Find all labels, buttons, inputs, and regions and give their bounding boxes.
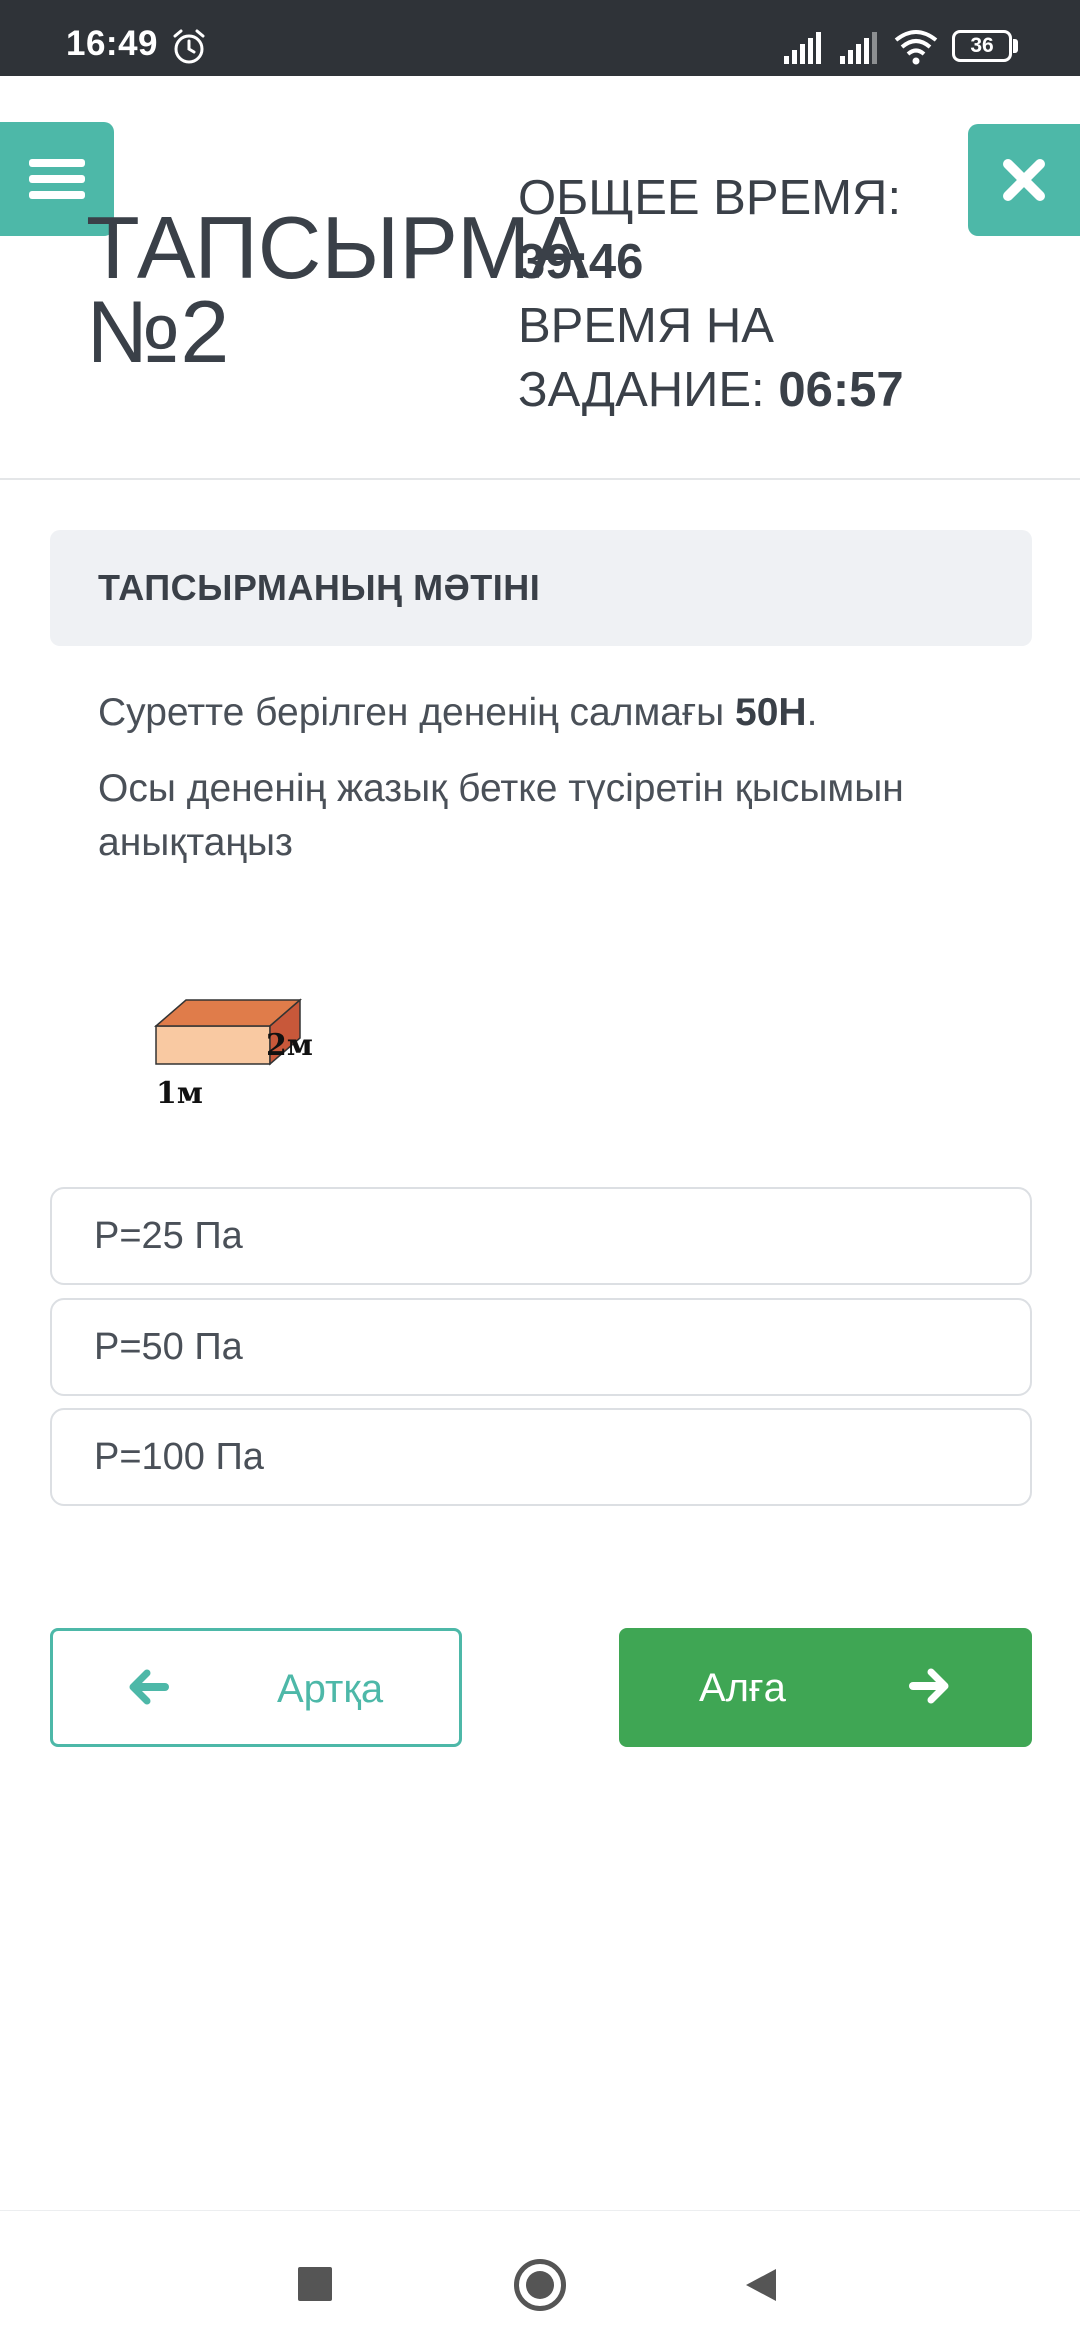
- next-button[interactable]: Алға: [619, 1628, 1032, 1747]
- back-nav-icon[interactable]: [740, 2265, 780, 2305]
- close-icon: [1003, 159, 1045, 201]
- brick-figure: 1м 2м: [152, 986, 322, 1116]
- task-weight-value: 50Н: [735, 691, 807, 734]
- signal-icon: [784, 32, 821, 64]
- task-title-line2: №2: [86, 282, 230, 381]
- recents-icon[interactable]: [298, 2267, 332, 2301]
- arrow-left-icon: [129, 1669, 169, 1705]
- task-text-line1-prefix: Суретте берілген дененің салмағы: [98, 691, 736, 734]
- back-button[interactable]: Артқа: [50, 1628, 462, 1747]
- wifi-icon: [894, 30, 938, 65]
- timer-block: ОБЩЕЕ ВРЕМЯ: 39:46 ВРЕМЯ НА ЗАДАНИЕ: 06:…: [518, 166, 918, 422]
- status-time: 16:49: [66, 24, 159, 63]
- answer-option[interactable]: P=100 Па: [50, 1408, 1032, 1506]
- next-button-label: Алға: [699, 1666, 786, 1710]
- total-time-value: 39:46: [518, 235, 644, 289]
- total-time-label: ОБЩЕЕ ВРЕМЯ:: [518, 171, 902, 225]
- system-nav-bar: [0, 2210, 1080, 2340]
- figure-label-length: 2м: [266, 1028, 313, 1063]
- battery-level: 36: [970, 34, 994, 57]
- quiz-screen: 16:49 36 ТАПСЫРМА №2 ОБЩЕЕ ВРЕМЯ: 39:46 …: [0, 0, 1080, 2340]
- close-button[interactable]: [968, 124, 1080, 236]
- alarm-icon: [173, 29, 205, 64]
- arrow-right-icon: [909, 1668, 949, 1704]
- status-bar: 16:49 36: [0, 0, 1080, 76]
- task-text-line1: Суретте берілген дененің салмағы 50Н.: [98, 686, 998, 740]
- battery-icon: 36: [952, 30, 1018, 62]
- task-time-label-line1: ВРЕМЯ НА: [518, 299, 774, 353]
- figure-label-width: 1м: [156, 1076, 203, 1111]
- task-time-label-line2: ЗАДАНИЕ:: [518, 363, 765, 417]
- answer-option[interactable]: P=25 Па: [50, 1187, 1032, 1285]
- task-title-line1: ТАПСЫРМА: [86, 198, 589, 297]
- header-divider: [0, 478, 1080, 480]
- home-icon[interactable]: [514, 2259, 566, 2311]
- task-title: ТАПСЫРМА №2: [86, 198, 589, 381]
- task-text: Суретте берілген дененің салмағы 50Н. Ос…: [98, 686, 998, 892]
- task-time-row: ЗАДАНИЕ: 06:57: [518, 358, 918, 422]
- signal-icon: [840, 32, 877, 64]
- task-text-line2: Осы дененің жазық бетке түсіретін қысымы…: [98, 767, 904, 864]
- hamburger-icon: [29, 159, 85, 199]
- task-text-line1-suffix: .: [806, 691, 818, 734]
- answer-option[interactable]: P=50 Па: [50, 1298, 1032, 1396]
- back-button-label: Артқа: [277, 1667, 384, 1711]
- task-time-value: 06:57: [778, 363, 904, 417]
- task-section-title: ТАПСЫРМАНЫҢ МӘТІНІ: [50, 530, 1032, 646]
